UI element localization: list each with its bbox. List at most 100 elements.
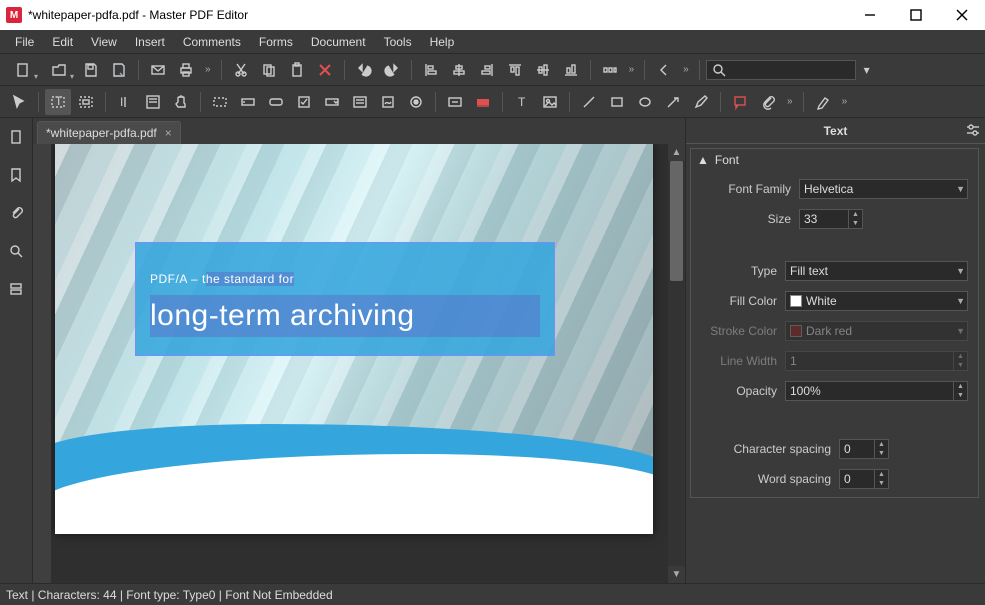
select-tool[interactable]: [6, 89, 32, 115]
size-input[interactable]: 33▲▼: [799, 209, 863, 229]
textfield-tool[interactable]: [235, 89, 261, 115]
paste-button[interactable]: [284, 57, 310, 83]
save-button[interactable]: [78, 57, 104, 83]
layers-tab[interactable]: [3, 276, 29, 302]
font-section: ▲ Font Font Family Helvetica▼ Size 33▲▼ …: [690, 148, 979, 498]
select-text-tool[interactable]: I: [112, 89, 138, 115]
type-select[interactable]: Fill text▼: [785, 261, 968, 281]
marker-tool[interactable]: [810, 89, 836, 115]
arrow-tool[interactable]: [660, 89, 686, 115]
redo-button[interactable]: [379, 57, 405, 83]
checkbox-tool[interactable]: [291, 89, 317, 115]
close-button[interactable]: [939, 0, 985, 30]
align-top-button[interactable]: [502, 57, 528, 83]
menu-tools[interactable]: Tools: [375, 32, 421, 52]
search-dropdown[interactable]: ▾: [858, 57, 876, 83]
word-spacing-label: Word spacing: [701, 472, 831, 486]
line-tool[interactable]: [576, 89, 602, 115]
panel-settings-icon[interactable]: [965, 122, 981, 141]
dropdown-tool[interactable]: [319, 89, 345, 115]
menu-insert[interactable]: Insert: [126, 32, 174, 52]
opacity-label: Opacity: [701, 384, 777, 398]
title-bar: M *whitepaper-pdfa.pdf - Master PDF Edit…: [0, 0, 985, 30]
image-tool[interactable]: [537, 89, 563, 115]
link-tool[interactable]: [442, 89, 468, 115]
print-button[interactable]: [173, 57, 199, 83]
font-section-header[interactable]: ▲ Font: [691, 149, 978, 171]
signature-tool[interactable]: [375, 89, 401, 115]
tab-label: *whitepaper-pdfa.pdf: [46, 126, 157, 140]
document-tabs: *whitepaper-pdfa.pdf ×: [33, 118, 685, 144]
opacity-input[interactable]: 100%▲▼: [785, 381, 968, 401]
fill-color-select[interactable]: White▼: [785, 291, 968, 311]
highlight-tool[interactable]: [470, 89, 496, 115]
text-tool[interactable]: T: [509, 89, 535, 115]
font-section-label: Font: [715, 153, 739, 167]
thumbnails-tab[interactable]: [3, 124, 29, 150]
button-tool[interactable]: [263, 89, 289, 115]
search-input[interactable]: [706, 60, 856, 80]
delete-button[interactable]: [312, 57, 338, 83]
font-family-select[interactable]: Helvetica▼: [799, 179, 968, 199]
toolbar-overflow-1[interactable]: »: [201, 64, 215, 75]
tab-close-icon[interactable]: ×: [165, 126, 172, 140]
search-tab[interactable]: [3, 238, 29, 264]
selected-text-frame[interactable]: PDF/A – the standard for long-term archi…: [135, 242, 555, 356]
scroll-up-icon[interactable]: ▲: [668, 144, 685, 161]
attachments-tab[interactable]: [3, 200, 29, 226]
toolbar-overflow-2[interactable]: »: [625, 64, 639, 75]
toolbar-overflow-4[interactable]: »: [783, 96, 797, 107]
align-left-button[interactable]: [418, 57, 444, 83]
ellipse-tool[interactable]: [632, 89, 658, 115]
save-as-button[interactable]: [106, 57, 132, 83]
stroke-color-select: Dark red▼: [785, 321, 968, 341]
undo-button[interactable]: [351, 57, 377, 83]
vertical-scrollbar[interactable]: ▲ ▼: [668, 144, 685, 583]
rect-tool[interactable]: [604, 89, 630, 115]
menu-help[interactable]: Help: [421, 32, 464, 52]
menu-view[interactable]: View: [82, 32, 126, 52]
menu-document[interactable]: Document: [302, 32, 375, 52]
form-tool[interactable]: [140, 89, 166, 115]
align-center-h-button[interactable]: [446, 57, 472, 83]
menu-forms[interactable]: Forms: [250, 32, 302, 52]
vertical-ruler: [33, 144, 51, 583]
scroll-track[interactable]: [668, 161, 685, 566]
align-right-button[interactable]: [474, 57, 500, 83]
cut-button[interactable]: [228, 57, 254, 83]
align-middle-button[interactable]: [530, 57, 556, 83]
copy-button[interactable]: [256, 57, 282, 83]
radio-tool[interactable]: [403, 89, 429, 115]
menu-file[interactable]: File: [6, 32, 43, 52]
new-doc-button[interactable]: [6, 57, 40, 83]
pencil-tool[interactable]: [688, 89, 714, 115]
scroll-down-icon[interactable]: ▼: [668, 566, 685, 583]
size-label: Size: [701, 212, 791, 226]
textbox-tool[interactable]: [207, 89, 233, 115]
menu-edit[interactable]: Edit: [43, 32, 82, 52]
minimize-button[interactable]: [847, 0, 893, 30]
maximize-button[interactable]: [893, 0, 939, 30]
email-button[interactable]: [145, 57, 171, 83]
edit-text-tool[interactable]: T: [45, 89, 71, 115]
listbox-tool[interactable]: [347, 89, 373, 115]
scroll-thumb[interactable]: [670, 161, 683, 281]
attach-tool[interactable]: [755, 89, 781, 115]
edit-form-tool[interactable]: [73, 89, 99, 115]
page-canvas[interactable]: PDF/A – the standard for long-term archi…: [51, 144, 668, 583]
document-tab[interactable]: *whitepaper-pdfa.pdf ×: [37, 121, 181, 144]
note-tool[interactable]: [727, 89, 753, 115]
distribute-button[interactable]: [597, 57, 623, 83]
toolbar-overflow-3[interactable]: »: [679, 64, 693, 75]
word-spacing-input[interactable]: 0▲▼: [839, 469, 889, 489]
open-button[interactable]: [42, 57, 76, 83]
line-width-input: 1▲▼: [785, 351, 968, 371]
char-spacing-input[interactable]: 0▲▼: [839, 439, 889, 459]
prev-page-button[interactable]: [651, 57, 677, 83]
menu-comments[interactable]: Comments: [174, 32, 250, 52]
align-bottom-button[interactable]: [558, 57, 584, 83]
collapse-icon: ▲: [697, 153, 709, 167]
hand-tool[interactable]: [168, 89, 194, 115]
toolbar-overflow-5[interactable]: »: [838, 96, 852, 107]
bookmarks-tab[interactable]: [3, 162, 29, 188]
